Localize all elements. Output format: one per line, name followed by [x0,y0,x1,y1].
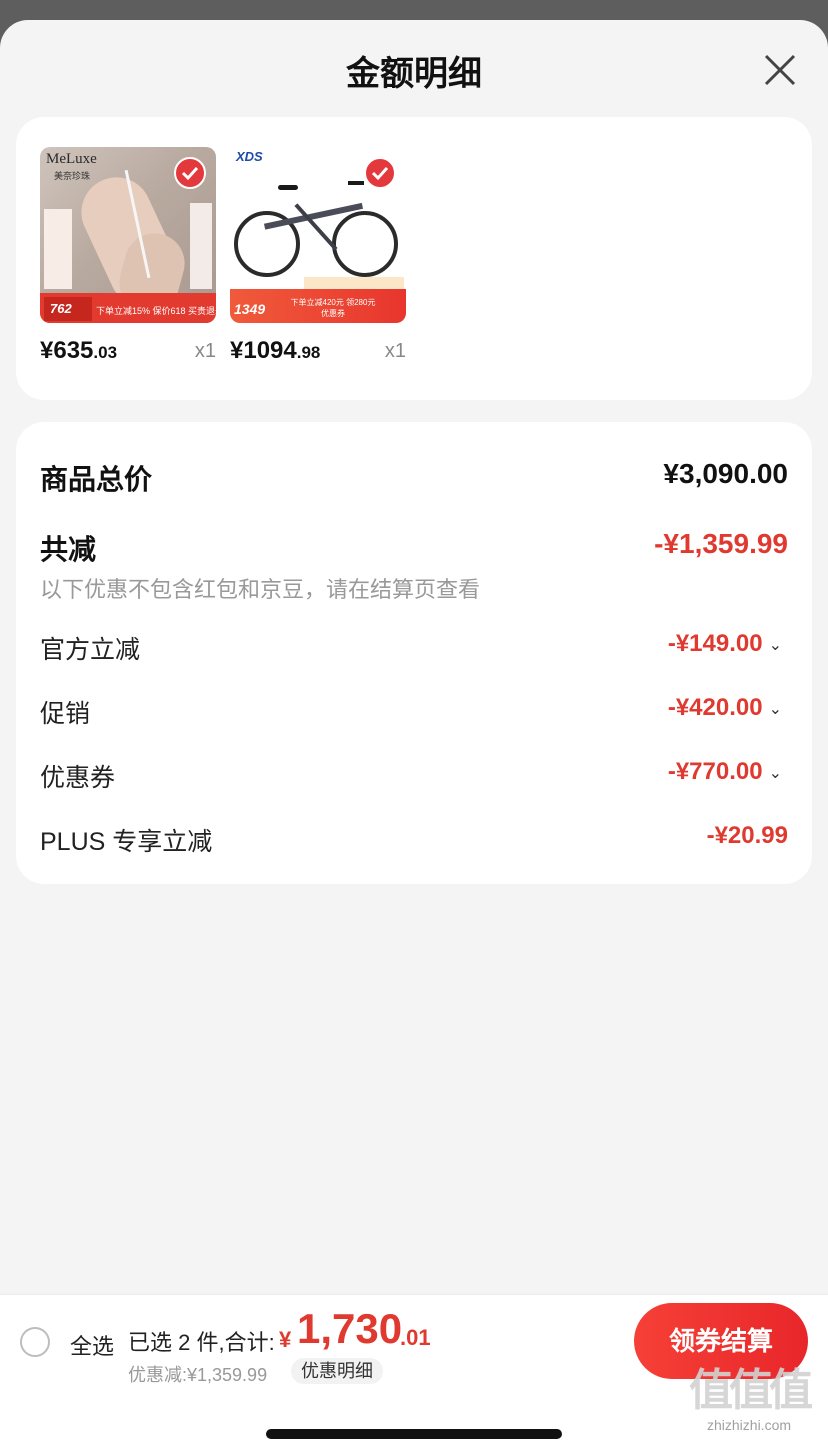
official-discount-label: 官方立减 [40,636,141,664]
select-all-checkbox[interactable] [20,1327,50,1357]
product-selected-checkbox[interactable] [364,157,396,189]
close-icon [764,54,796,86]
product-brand-sub: 美奈珍珠 [54,171,91,181]
product-price: ¥1094.98 [230,337,321,364]
sum-currency: ¥ [279,1327,292,1352]
sum-amount-decimal: .01 [400,1325,431,1350]
product-quantity: x1 [194,340,216,362]
sum-amount: 1,730 [297,1305,403,1352]
product-price: ¥635.03 [40,337,118,364]
watermark-logo: 值值值 zhizhizhi.com [689,1366,813,1433]
product-banner-text: 下单立减15% 保价618 买贵退差 [96,306,216,316]
product-selected-checkbox[interactable] [174,157,206,189]
total-reduction-label: 共减 [40,534,97,565]
total-price-value: ¥3,090.00 [663,458,788,489]
products-card: MeLuxe 美奈珍珠 762 下单立减15% 保价618 买贵退差 ¥635.… [16,117,812,400]
product-image[interactable]: MeLuxe 美奈珍珠 762 下单立减15% 保价618 买贵退差 [40,147,216,323]
chevron-down-icon: ⌄ [768,700,782,718]
product-item[interactable]: MeLuxe 美奈珍珠 762 下单立减15% 保价618 买贵退差 ¥635.… [40,147,216,371]
discount-total-text: 优惠减:¥1,359.99 [128,1365,268,1385]
amount-detail-sheet: 金额明细 MeLuxe 美奈珍珠 762 下单立减15% 保价618 买贵退差 [0,20,828,1453]
product-item[interactable]: XDS 1349 下单立减420元 领280元优惠券 ¥1094.98 x1 [230,147,406,371]
promotion-value: -¥420.00 ⌄ [667,694,782,721]
selected-count-text: 已选 2 件,合计: [128,1330,275,1355]
product-banner-price: 1349 [234,301,266,317]
check-icon [181,166,199,181]
plus-discount-label: PLUS 专享立减 [40,828,213,856]
total-reduction-value: -¥1,359.99 [654,528,788,559]
official-discount-value: -¥149.00 ⌄ [667,630,782,657]
discount-detail-link[interactable]: 优惠明细 [291,1358,383,1384]
chevron-down-icon: ⌄ [768,764,782,782]
product-banner-price: 762 [44,297,92,321]
check-icon [371,166,389,181]
price-detail-card: 商品总价 ¥3,090.00 共减 -¥1,359.99 以下优惠不包含红包和京… [16,422,812,884]
coupon-label: 优惠券 [40,764,116,792]
close-button[interactable] [760,50,800,90]
promotion-label: 促销 [40,700,91,728]
select-all-label[interactable]: 全选 [70,1329,114,1361]
product-quantity: x1 [384,340,406,362]
coupon-value: -¥770.00 ⌄ [667,758,782,785]
product-image[interactable]: XDS 1349 下单立减420元 领280元优惠券 [230,147,406,323]
total-price-label: 商品总价 [40,464,153,495]
product-brand-logo: XDS [236,149,263,164]
product-brand-logo: MeLuxe [46,151,97,167]
discount-note: 以下优惠不包含红包和京豆，请在结算页查看 [40,577,481,602]
sheet-title: 金额明细 [346,55,482,93]
home-indicator [266,1429,562,1439]
checkout-bar: 全选 已选 2 件,合计: ¥ 1,730 .01 优惠减:¥1,359.99 … [0,1294,828,1453]
product-banner-text: 下单立减420元 领280元优惠券 [290,298,376,318]
chevron-down-icon: ⌄ [768,636,782,654]
plus-discount-value: -¥20.99 [706,822,788,849]
